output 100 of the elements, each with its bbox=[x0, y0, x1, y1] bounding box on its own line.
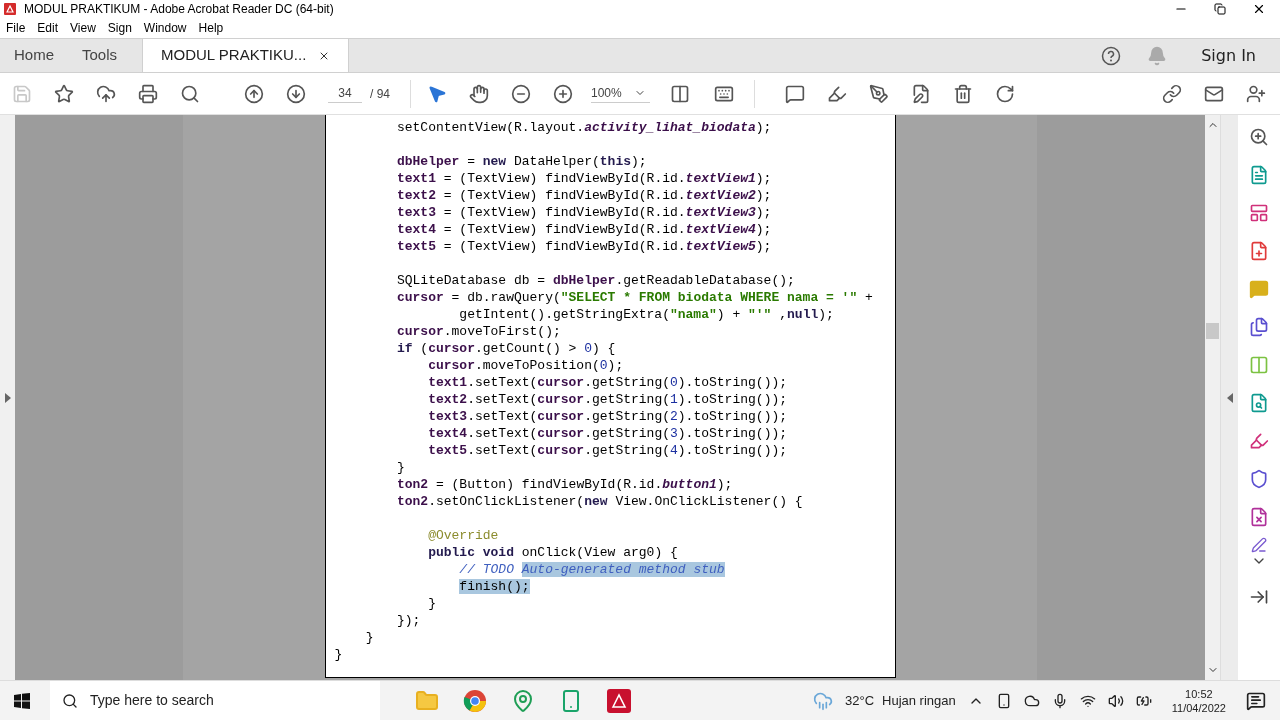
code-token: // TODO bbox=[459, 562, 515, 577]
tab[interactable]: MODUL PRAKTIKU... bbox=[142, 39, 350, 72]
code-token: View.OnClickListener() { bbox=[615, 494, 803, 509]
code-token: onClick(View arg0) { bbox=[521, 545, 678, 560]
code-token: textView4 bbox=[685, 222, 756, 237]
code-token: textView2 bbox=[685, 188, 756, 203]
pen-icon[interactable] bbox=[1251, 537, 1267, 553]
code-token: activity_lihat_biodata bbox=[584, 120, 756, 135]
menu-item[interactable]: File bbox=[1, 18, 31, 37]
taskbar-search-field[interactable]: Type here to search bbox=[50, 680, 380, 720]
tab[interactable]: Home bbox=[0, 39, 68, 72]
layout-icon[interactable] bbox=[1249, 203, 1269, 223]
page-fit-icon[interactable] bbox=[669, 83, 690, 104]
combine-files-icon[interactable] bbox=[1249, 317, 1269, 337]
search-icon bbox=[62, 692, 78, 709]
windows-start-icon[interactable] bbox=[14, 692, 30, 709]
collapse-tools-icon[interactable] bbox=[1249, 587, 1269, 607]
map-app-icon[interactable] bbox=[511, 688, 535, 713]
hand-icon[interactable] bbox=[469, 83, 489, 104]
code-token: setContentView(R.layout. bbox=[396, 120, 585, 135]
code-token: 2 bbox=[670, 409, 678, 424]
redact-file-icon[interactable] bbox=[1249, 507, 1269, 527]
code-token: ).toString()); bbox=[677, 375, 788, 390]
menu-item[interactable]: Sign bbox=[102, 18, 137, 37]
shield-icon[interactable] bbox=[1249, 469, 1269, 489]
link-icon[interactable] bbox=[1162, 83, 1182, 104]
code-token: new bbox=[482, 154, 507, 169]
menu-item[interactable]: Help bbox=[193, 18, 229, 37]
code-token: 1 bbox=[670, 392, 678, 407]
code-token: ); bbox=[818, 307, 834, 322]
code-token: if bbox=[396, 341, 413, 356]
code-token: } bbox=[428, 596, 436, 611]
scan-file-icon[interactable] bbox=[1249, 393, 1269, 413]
code-token: .getString( bbox=[584, 443, 670, 458]
export-file-icon[interactable] bbox=[1249, 165, 1269, 185]
code-token: ).toString()); bbox=[677, 443, 788, 458]
code-token: .getString( bbox=[584, 409, 670, 424]
trash-icon[interactable] bbox=[952, 83, 973, 104]
code-token: , bbox=[779, 307, 788, 322]
menu-item[interactable]: Window bbox=[138, 18, 192, 37]
volume-icon[interactable] bbox=[1107, 692, 1124, 709]
notifications-icon[interactable] bbox=[1246, 690, 1266, 711]
create-file-icon[interactable] bbox=[1249, 241, 1269, 261]
bookmark-star-icon[interactable] bbox=[54, 83, 74, 104]
zoom-out-icon[interactable] bbox=[511, 83, 531, 104]
code-token: = (Button) findViewById(R.id. bbox=[435, 477, 663, 492]
previous-page-icon[interactable] bbox=[244, 83, 264, 104]
zoom-icon[interactable] bbox=[1249, 127, 1269, 147]
code-token: ); bbox=[755, 222, 772, 237]
collapse-pane-icon[interactable] bbox=[1226, 392, 1233, 403]
code-token: text1 bbox=[396, 171, 436, 186]
code-token: cursor bbox=[396, 290, 444, 305]
highlighter-icon[interactable] bbox=[826, 83, 847, 104]
add-user-icon[interactable] bbox=[1246, 83, 1266, 104]
code-token: textView5 bbox=[685, 239, 756, 254]
code-token: SQLiteDatabase db = bbox=[396, 273, 547, 288]
sign-in-button[interactable]: Sign In bbox=[1201, 43, 1256, 68]
tab[interactable]: Tools bbox=[68, 39, 132, 72]
code-token: ); bbox=[607, 358, 624, 373]
expand-left-icon[interactable] bbox=[4, 392, 11, 403]
code-token: text5 bbox=[428, 443, 468, 458]
code-token: ); bbox=[755, 188, 772, 203]
code-token: 0 bbox=[599, 358, 608, 373]
code-token: .setText( bbox=[467, 409, 538, 424]
code-token: .moveToFirst(); bbox=[443, 324, 561, 339]
help-icon[interactable] bbox=[1101, 45, 1122, 66]
print-icon[interactable] bbox=[138, 83, 158, 104]
code-token: textView3 bbox=[685, 205, 756, 220]
code-token: = (TextView) findViewById(R.id. bbox=[443, 188, 686, 203]
code-token: @Override bbox=[428, 528, 499, 543]
code-token: cursor bbox=[537, 443, 585, 458]
code-token: = db.rawQuery( bbox=[451, 290, 561, 305]
search-icon[interactable] bbox=[180, 83, 200, 104]
comment-icon[interactable] bbox=[784, 83, 805, 104]
menu-item[interactable]: Edit bbox=[32, 18, 64, 37]
zoom-in-icon[interactable] bbox=[553, 83, 573, 104]
page-number-field[interactable]: 34 bbox=[328, 84, 362, 103]
browser-icon[interactable] bbox=[463, 688, 487, 713]
code-token: .getString( bbox=[584, 375, 670, 390]
next-page-icon[interactable] bbox=[286, 83, 306, 104]
code-token: dbHelper bbox=[552, 273, 616, 288]
restore-icon[interactable] bbox=[1214, 2, 1226, 15]
clock-date: 11/04/2022 bbox=[1171, 700, 1226, 715]
menu-item[interactable]: View bbox=[65, 18, 101, 37]
pen-icon[interactable] bbox=[868, 83, 889, 104]
fill-sign-icon[interactable] bbox=[1249, 431, 1269, 451]
code-token: ); bbox=[755, 171, 772, 186]
code-token: dbHelper bbox=[396, 154, 460, 169]
code-token: = (TextView) findViewById(R.id. bbox=[443, 239, 686, 254]
code-token: cursor bbox=[428, 341, 475, 356]
scrollbar-thumb[interactable] bbox=[1206, 323, 1219, 339]
code-token: } bbox=[365, 630, 374, 645]
cloud-upload-icon[interactable] bbox=[96, 83, 116, 104]
code-token: finish(); bbox=[459, 579, 530, 594]
zoom-dropdown[interactable]: 100% bbox=[591, 84, 650, 103]
rotate-icon[interactable] bbox=[994, 83, 1015, 104]
code-token: getIntent().getStringExtra( bbox=[459, 307, 670, 322]
code-token: text1 bbox=[428, 375, 468, 390]
code-token: public void bbox=[428, 545, 514, 560]
pdf-reader-icon[interactable] bbox=[607, 688, 631, 713]
